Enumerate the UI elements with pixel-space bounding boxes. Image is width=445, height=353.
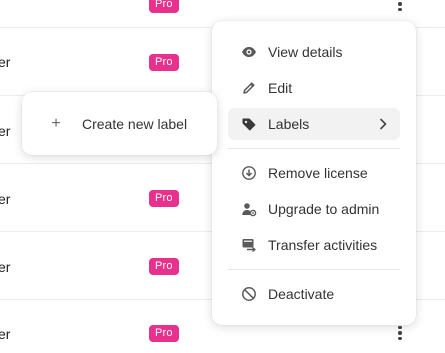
menu-item-view-details[interactable]: View details: [228, 36, 400, 68]
row-name-fragment: er: [0, 259, 11, 275]
more-options-icon[interactable]: [392, 325, 408, 341]
row-name-fragment: er: [0, 123, 11, 139]
menu-item-labels[interactable]: Labels: [228, 108, 400, 140]
row-actions-menu: View details Edit Labels Remove license …: [212, 21, 416, 325]
menu-item-upgrade-to-admin[interactable]: Upgrade to admin: [228, 193, 400, 225]
transfer-icon: [240, 236, 258, 254]
create-new-label-text: Create new label: [82, 116, 188, 132]
user-gear-icon: [240, 200, 258, 218]
menu-divider: [228, 148, 400, 149]
download-circle-icon: [240, 164, 258, 182]
menu-item-remove-license[interactable]: Remove license: [228, 157, 400, 189]
row-name-fragment: er: [0, 191, 11, 207]
ban-icon: [240, 285, 258, 303]
create-new-label-button[interactable]: + Create new label: [32, 107, 207, 141]
eye-icon: [240, 43, 258, 61]
menu-item-edit[interactable]: Edit: [228, 72, 400, 104]
pro-badge: Pro: [149, 190, 179, 207]
plus-icon: +: [51, 115, 61, 132]
menu-divider: [228, 269, 400, 270]
menu-item-label: Transfer activities: [268, 237, 378, 253]
menu-item-transfer-activities[interactable]: Transfer activities: [228, 229, 400, 261]
tag-icon: [240, 115, 258, 133]
more-options-icon[interactable]: [392, 0, 408, 12]
chevron-right-icon: [375, 116, 391, 132]
row-name-fragment: er: [0, 54, 11, 70]
menu-item-label: Upgrade to admin: [268, 201, 380, 217]
menu-item-label: Labels: [268, 116, 310, 132]
labels-submenu: + Create new label: [22, 92, 217, 155]
pencil-icon: [240, 79, 258, 97]
pro-badge: Pro: [149, 325, 179, 342]
menu-item-label: Edit: [268, 80, 293, 96]
menu-item-label: Remove license: [268, 165, 368, 181]
menu-item-deactivate[interactable]: Deactivate: [228, 278, 400, 310]
pro-badge: Pro: [149, 54, 179, 71]
pro-badge: Pro: [149, 258, 179, 275]
menu-item-label: Deactivate: [268, 286, 335, 302]
pro-badge: Pro: [149, 0, 179, 13]
row-name-fragment: er: [0, 326, 11, 342]
menu-item-label: View details: [268, 44, 343, 60]
